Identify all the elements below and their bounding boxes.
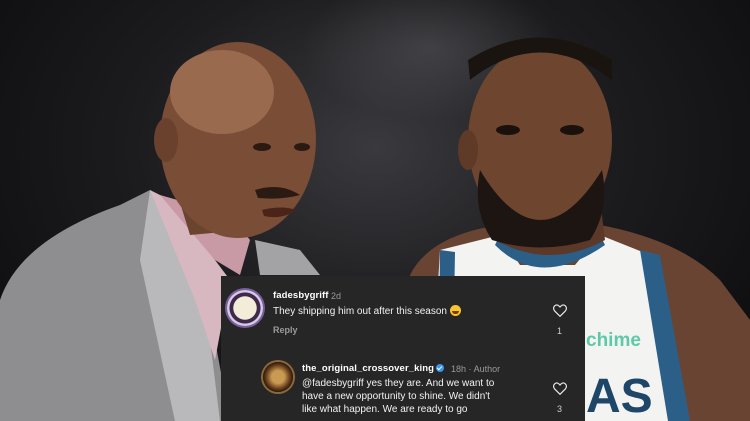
comment-text: @fadesbygriff yes they are. And we want … [302,378,495,415]
comments-panel: fadesbygriff 2d They shipping him out af… [221,276,585,421]
rolling-on-floor-laughing-emoji-icon [449,305,461,316]
heart-icon[interactable] [553,382,567,395]
comment-item: fadesbygriff 2d They shipping him out af… [221,276,585,346]
comment-timestamp: 2d [331,291,342,301]
jersey-sponsor: chime [586,330,641,351]
like-count: 3 [557,404,563,414]
comment-reply-item: the_original_crossover_king 18h · Author… [221,346,585,421]
verified-badge-icon [436,364,445,372]
jersey-letters: AS [586,370,653,421]
comment-text: They shipping him out after this season [273,305,461,318]
comment-username[interactable]: the_original_crossover_king [302,363,446,374]
heart-icon[interactable] [553,304,567,317]
news-graphic: chime AS fadesbygriff 2d They shipping h… [0,0,750,421]
avatar[interactable] [227,290,263,326]
comment-username[interactable]: fadesbygriff [273,290,329,301]
avatar[interactable] [263,362,293,392]
like-count: 1 [557,326,563,336]
reply-button[interactable]: Reply [273,325,298,335]
comment-meta: 18h · Author [451,364,501,374]
